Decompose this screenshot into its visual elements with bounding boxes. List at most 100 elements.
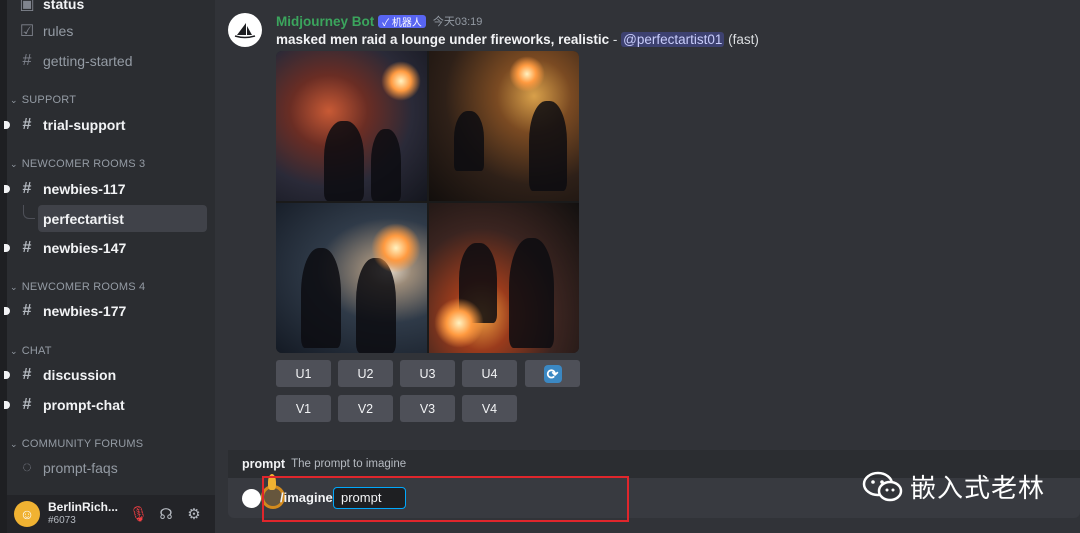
username: BerlinRich... bbox=[48, 500, 119, 514]
channel-label: newbies-177 bbox=[43, 303, 127, 319]
fire-glow bbox=[433, 298, 484, 348]
thread-hash-icon: # bbox=[22, 302, 32, 319]
message-content: masked men raid a lounge under fireworks… bbox=[276, 32, 759, 47]
headphones-icon[interactable]: ☊ bbox=[157, 506, 175, 524]
category-chat[interactable]: ⌄ CHAT bbox=[10, 345, 52, 357]
thread-hash-icon: # bbox=[22, 396, 32, 413]
unread-indicator bbox=[4, 185, 10, 193]
figure-shape bbox=[528, 101, 567, 191]
message-separator: - bbox=[609, 32, 622, 47]
generated-image-1[interactable] bbox=[276, 51, 427, 201]
user-mention[interactable]: @perfectartist01 bbox=[621, 32, 725, 47]
category-label: COMMUNITY FORUMS bbox=[21, 438, 144, 450]
generated-image-grid[interactable] bbox=[276, 51, 579, 353]
bot-avatar[interactable] bbox=[228, 13, 262, 47]
message-author[interactable]: Midjourney Bot bbox=[276, 14, 374, 29]
midjourney-logo-icon bbox=[234, 23, 256, 39]
variation-3-button[interactable]: V3 bbox=[400, 395, 455, 422]
generated-image-2[interactable] bbox=[428, 51, 579, 201]
channel-prompt-chat[interactable]: # prompt-chat bbox=[4, 392, 206, 418]
bot-badge: ✓ 机器人 bbox=[378, 14, 426, 29]
chevron-down-icon: ⌄ bbox=[10, 281, 18, 292]
upscale-2-button[interactable]: U2 bbox=[338, 360, 393, 387]
variation-4-button[interactable]: V4 bbox=[462, 395, 517, 422]
channel-label: newbies-147 bbox=[43, 240, 127, 256]
category-label: NEWCOMER ROOMS 3 bbox=[21, 158, 146, 170]
channel-sidebar: ▣ status ☑ rules # getting-started ⌄ SUP… bbox=[0, 0, 215, 533]
generated-image-4[interactable] bbox=[428, 203, 579, 353]
figure-shape bbox=[301, 248, 341, 348]
user-tag: #6073 bbox=[48, 515, 76, 526]
mute-mic-icon[interactable]: 🎙︎ bbox=[129, 506, 148, 524]
figure-shape bbox=[508, 238, 554, 348]
unread-indicator bbox=[4, 371, 10, 379]
channel-getting-started[interactable]: # getting-started bbox=[16, 48, 206, 74]
category-label: CHAT bbox=[21, 345, 52, 357]
message-speed: (fast) bbox=[724, 32, 759, 47]
upscale-4-button[interactable]: U4 bbox=[462, 360, 517, 387]
thread-connector bbox=[23, 205, 35, 219]
thread-hash-icon: # bbox=[22, 239, 32, 256]
variation-2-button[interactable]: V2 bbox=[338, 395, 393, 422]
channel-newbies-147[interactable]: # newbies-147 bbox=[4, 235, 206, 261]
gear-icon[interactable]: ⚙ bbox=[185, 506, 203, 524]
thread-hash-icon: # bbox=[22, 180, 32, 197]
chevron-down-icon: ⌄ bbox=[10, 438, 18, 449]
category-newcomer-rooms-3[interactable]: ⌄ NEWCOMER ROOMS 3 bbox=[10, 158, 145, 170]
channel-status[interactable]: ▣ status bbox=[16, 0, 206, 17]
thread-perfectartist[interactable]: perfectartist bbox=[38, 205, 207, 232]
unread-indicator bbox=[4, 244, 10, 252]
category-label: SUPPORT bbox=[21, 94, 77, 106]
figure-shape bbox=[371, 129, 401, 201]
upscale-1-button[interactable]: U1 bbox=[276, 360, 331, 387]
upscale-3-button[interactable]: U3 bbox=[400, 360, 455, 387]
hash-icon: # bbox=[22, 116, 32, 133]
channel-trial-support[interactable]: # trial-support bbox=[4, 112, 206, 138]
variation-1-button[interactable]: V1 bbox=[276, 395, 331, 422]
unread-indicator bbox=[4, 307, 10, 315]
watermark: 嵌入式老林 bbox=[862, 468, 1045, 505]
channel-label: getting-started bbox=[43, 53, 133, 69]
hash-icon: # bbox=[22, 52, 32, 69]
channel-discussion[interactable]: # discussion bbox=[4, 362, 206, 388]
channel-newbies-177[interactable]: # newbies-177 bbox=[4, 298, 206, 324]
channel-label: trial-support bbox=[43, 117, 126, 133]
thread-hash-icon: # bbox=[22, 366, 32, 383]
unread-indicator bbox=[4, 401, 10, 409]
chevron-down-icon: ⌄ bbox=[10, 345, 18, 356]
unread-indicator bbox=[4, 121, 10, 129]
channel-label: prompt-chat bbox=[43, 397, 125, 413]
hint-option-name: prompt bbox=[242, 457, 286, 471]
firework-glow bbox=[508, 56, 545, 92]
forum-icon: ▣ bbox=[19, 0, 35, 13]
chevron-down-icon: ⌄ bbox=[10, 94, 18, 105]
category-support[interactable]: ⌄ SUPPORT bbox=[10, 94, 76, 106]
channel-rules[interactable]: ☑ rules bbox=[16, 18, 206, 44]
user-info[interactable]: BerlinRich... #6073 bbox=[48, 501, 118, 527]
user-panel: ☺ BerlinRich... #6073 🎙︎ ☊ ⚙ bbox=[7, 495, 215, 533]
server-list-edge bbox=[0, 0, 7, 533]
message-prompt: masked men raid a lounge under fireworks… bbox=[276, 32, 610, 47]
smoke-glow bbox=[371, 223, 421, 273]
forum-icon: ◌ bbox=[22, 459, 32, 476]
check-square-icon: ☑ bbox=[19, 23, 35, 40]
reroll-button[interactable]: ⟳ bbox=[525, 360, 580, 387]
channel-prompt-faqs[interactable]: ◌ prompt-faqs bbox=[16, 455, 206, 481]
channel-label: status bbox=[43, 0, 85, 12]
channel-label: rules bbox=[43, 23, 74, 39]
channel-newbies-117[interactable]: # newbies-117 bbox=[4, 176, 206, 202]
highlight-annotation-box bbox=[262, 476, 629, 522]
generated-image-3[interactable] bbox=[276, 203, 427, 353]
wechat-icon bbox=[862, 471, 904, 503]
figure-shape bbox=[453, 111, 484, 171]
channel-label: newbies-117 bbox=[43, 181, 126, 197]
category-community-forums[interactable]: ⌄ COMMUNITY FORUMS bbox=[10, 438, 143, 450]
channel-label: prompt-faqs bbox=[43, 460, 118, 476]
avatar[interactable]: ☺ bbox=[14, 501, 40, 527]
bot-app-icon bbox=[242, 489, 261, 508]
figure-shape bbox=[324, 121, 364, 201]
chevron-down-icon: ⌄ bbox=[10, 158, 18, 169]
category-newcomer-rooms-4[interactable]: ⌄ NEWCOMER ROOMS 4 bbox=[10, 281, 145, 293]
channel-label: discussion bbox=[43, 367, 117, 383]
thread-label: perfectartist bbox=[43, 210, 124, 227]
